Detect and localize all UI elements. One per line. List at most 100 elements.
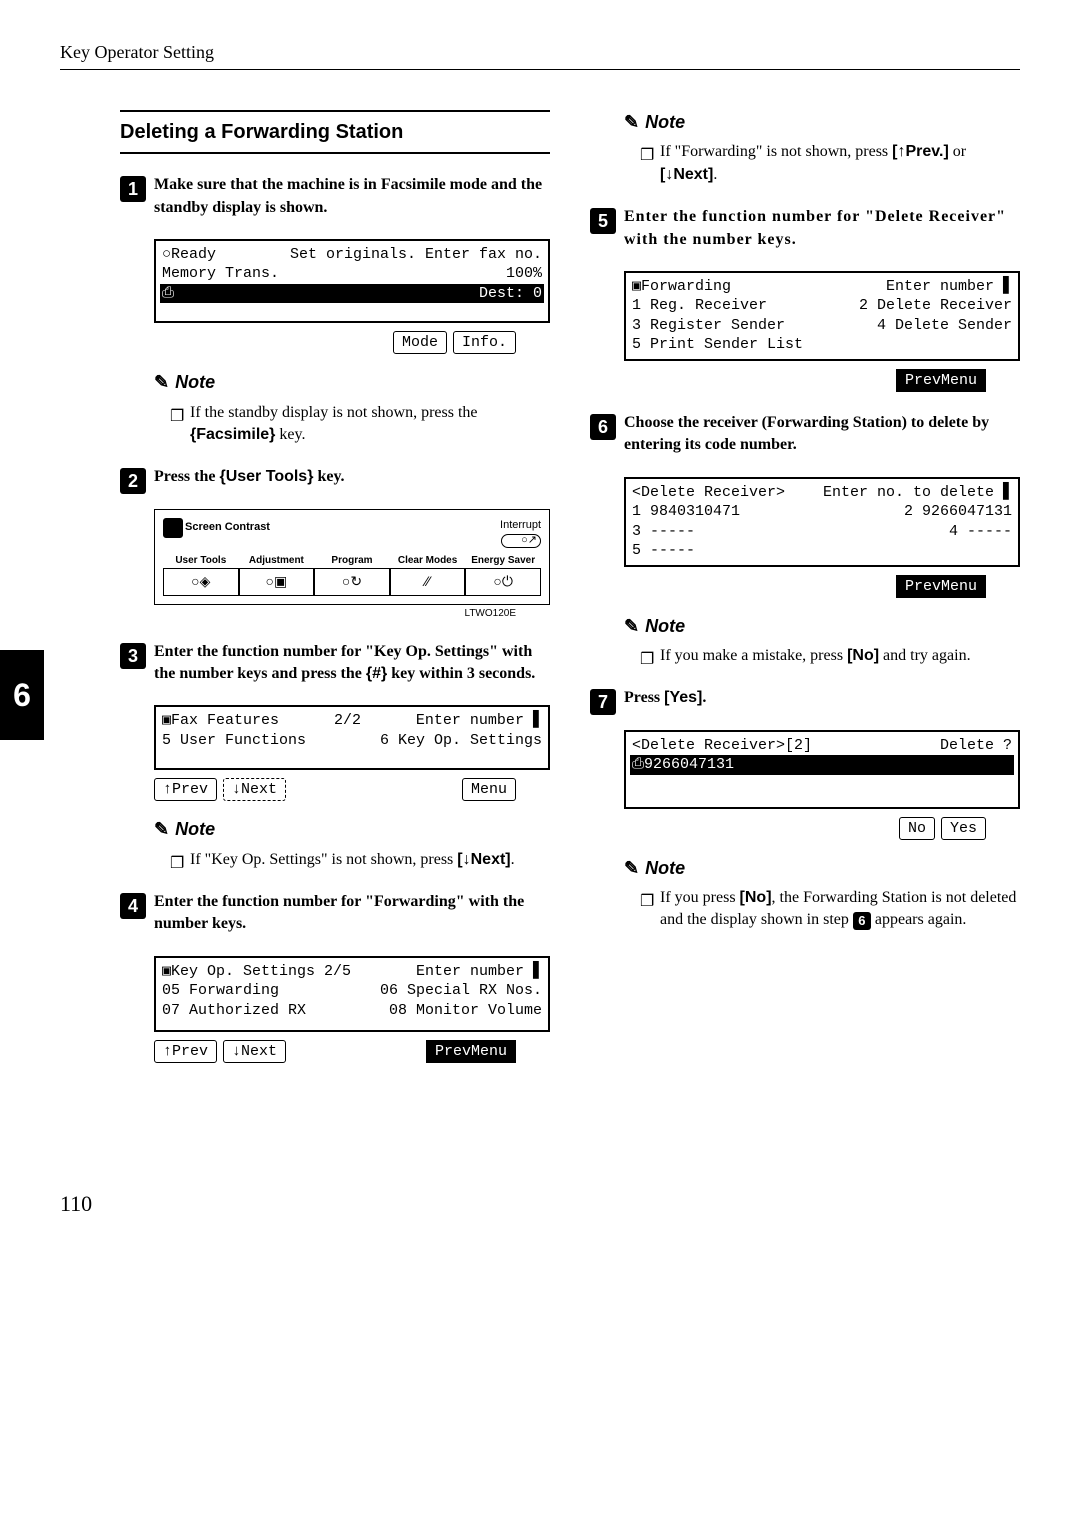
next-button[interactable]: ↓Next [223,778,286,801]
lcd-text: 3 ----- [632,522,695,542]
lcd-text: <Delete Receiver> [632,483,785,503]
prev-key: [↑Prev.] [892,143,949,160]
yes-button[interactable]: Yes [941,817,986,840]
prevmenu-button[interactable]: PrevMenu [896,369,986,392]
pencil-icon: ✎ [624,856,639,881]
contrast-label: Screen Contrast [185,520,270,535]
bullet-icon: ❐ [170,406,184,428]
power-icon: ⏻ [502,572,513,592]
lcd-buttons-d: PrevMenu [624,369,986,392]
usertools-panel-key[interactable]: ○◈ [163,568,239,596]
note-item: ❐ If "Forwarding" is not shown, press [↑… [640,141,1020,186]
step-badge-7: 7 [590,689,616,715]
lcd-text: Enter no. to delete ▋ [823,483,1012,503]
note-title: Note [175,370,215,395]
step-7-text-b: . [702,689,706,706]
section-heading: Deleting a Forwarding Station [120,110,550,154]
lcd-buttons-a: Mode Info. [154,331,516,354]
control-panel: Screen Contrast Interrupt ○↗ User Tools … [154,509,550,605]
prev-button[interactable]: ↑Prev [154,1040,217,1063]
bullet-icon: ❐ [640,145,654,167]
step-badge-4: 4 [120,893,146,919]
note-text: If you make a mistake, press [660,647,847,664]
clear-icon: ⁄⁄ [425,572,430,592]
note-item: ❐ If you make a mistake, press [No] and … [640,645,1020,667]
lcd-text: ▣Forwarding [632,277,731,297]
step-7: 7 Press [Yes]. [590,687,1020,709]
interrupt-label: Interrupt [500,518,541,533]
pencil-icon: ✎ [154,370,169,395]
adjustment-panel-key[interactable]: ○▣ [239,568,315,596]
contrast-knob-icon [163,518,183,538]
lcd-text: 5 Print Sender List [632,335,803,355]
program-panel-key[interactable]: ○↻ [314,568,390,596]
step-2-text-b: key. [313,468,344,485]
next-button[interactable]: ↓Next [223,1040,286,1063]
no-button[interactable]: No [899,817,935,840]
bullet-icon: ❐ [640,891,654,913]
right-column: ✎ Note ❐ If "Forwarding" is not shown, p… [590,110,1020,1069]
lcd-buttons-c: ↑Prev ↓Next PrevMenu [154,1040,516,1063]
panel-label: Energy Saver [465,554,541,568]
note-title: Note [645,110,685,135]
step-5: 5 Enter the function number for "Delete … [590,206,1020,251]
info-button[interactable]: Info. [453,331,516,354]
next-key: [↓Next] [660,166,713,183]
energysaver-panel-key[interactable]: ○⏻ [465,568,541,596]
no-key: [No] [847,647,879,664]
lcd-standby: ○ReadySet originals. Enter fax no. Memor… [154,239,550,324]
step-3-text-b: key within 3 seconds. [387,665,535,682]
clearmodes-panel-key[interactable]: ⁄⁄ [390,568,466,596]
lcd-text: 05 Forwarding [162,981,279,1001]
step-7-text: Press [624,689,664,706]
lcd-text: 1 9840310471 [632,502,740,522]
lcd-text: Enter number ▋ [416,962,542,982]
prevmenu-button[interactable]: PrevMenu [896,575,986,598]
step-1-text: Make sure that the machine is in Facsimi… [154,174,550,219]
step-ref-badge: 6 [853,912,871,930]
left-column: Deleting a Forwarding Station 1 Make sur… [60,110,550,1069]
mode-button[interactable]: Mode [393,331,447,354]
panel-label: Adjustment [239,554,315,568]
lcd-text: Enter number ▋ [416,711,542,731]
lcd-text: ○Ready [162,245,216,265]
next-key: [↓Next] [457,851,510,868]
lcd-text: 4 Delete Sender [877,316,1012,336]
note-text: and try again. [879,647,971,664]
panel-label: Program [314,554,390,568]
lcd-buttons-f: No Yes [624,817,986,840]
lcd-buttons-b: ↑Prev ↓Next Menu [154,778,516,801]
note-text: If "Forwarding" is not shown, press [660,143,892,160]
prev-button[interactable]: ↑Prev [154,778,217,801]
figure-caption: LTWO120E [120,607,516,621]
diamond-icon: ◈ [200,572,211,592]
lcd-text: Memory Trans. [162,264,279,284]
lcd-text: ⎙9266047131 [632,755,734,775]
step-1: 1 Make sure that the machine is in Facsi… [120,174,550,219]
lcd-text: 6 Key Op. Settings [380,731,542,751]
menu-button[interactable]: Menu [462,778,516,801]
lcd-buttons-e: PrevMenu [624,575,986,598]
note-text: . [511,851,515,868]
prevmenu-button[interactable]: PrevMenu [426,1040,516,1063]
lcd-text: Enter number ▋ [886,277,1012,297]
lcd-text: ⎙ [162,284,174,304]
note-heading: ✎ Note [590,110,1020,135]
lcd-text: 08 Monitor Volume [389,1001,542,1021]
lcd-delete-confirm: <Delete Receiver>[2]Delete ? ⎙9266047131 [624,730,1020,809]
note-heading: ✎ Note [590,614,1020,639]
note-text: appears again. [871,911,967,928]
pencil-icon: ✎ [624,110,639,135]
note-text: If "Key Op. Settings" is not shown, pres… [190,851,457,868]
lcd-text: ▣Key Op. Settings 2/5 [162,962,351,982]
step-6: 6 Choose the receiver (Forwarding Statio… [590,412,1020,457]
note-text: key. [275,426,305,443]
page-header: Key Operator Setting [60,40,1020,70]
note-item: ❐ If "Key Op. Settings" is not shown, pr… [170,849,550,871]
program-icon: ↻ [350,572,362,592]
step-badge-6: 6 [590,414,616,440]
note-text: or [949,143,966,160]
step-badge-5: 5 [590,208,616,234]
step-2: 2 Press the {User Tools} key. [120,466,550,488]
lcd-fax-features: ▣Fax Features2/2Enter number ▋ 5 User Fu… [154,705,550,770]
